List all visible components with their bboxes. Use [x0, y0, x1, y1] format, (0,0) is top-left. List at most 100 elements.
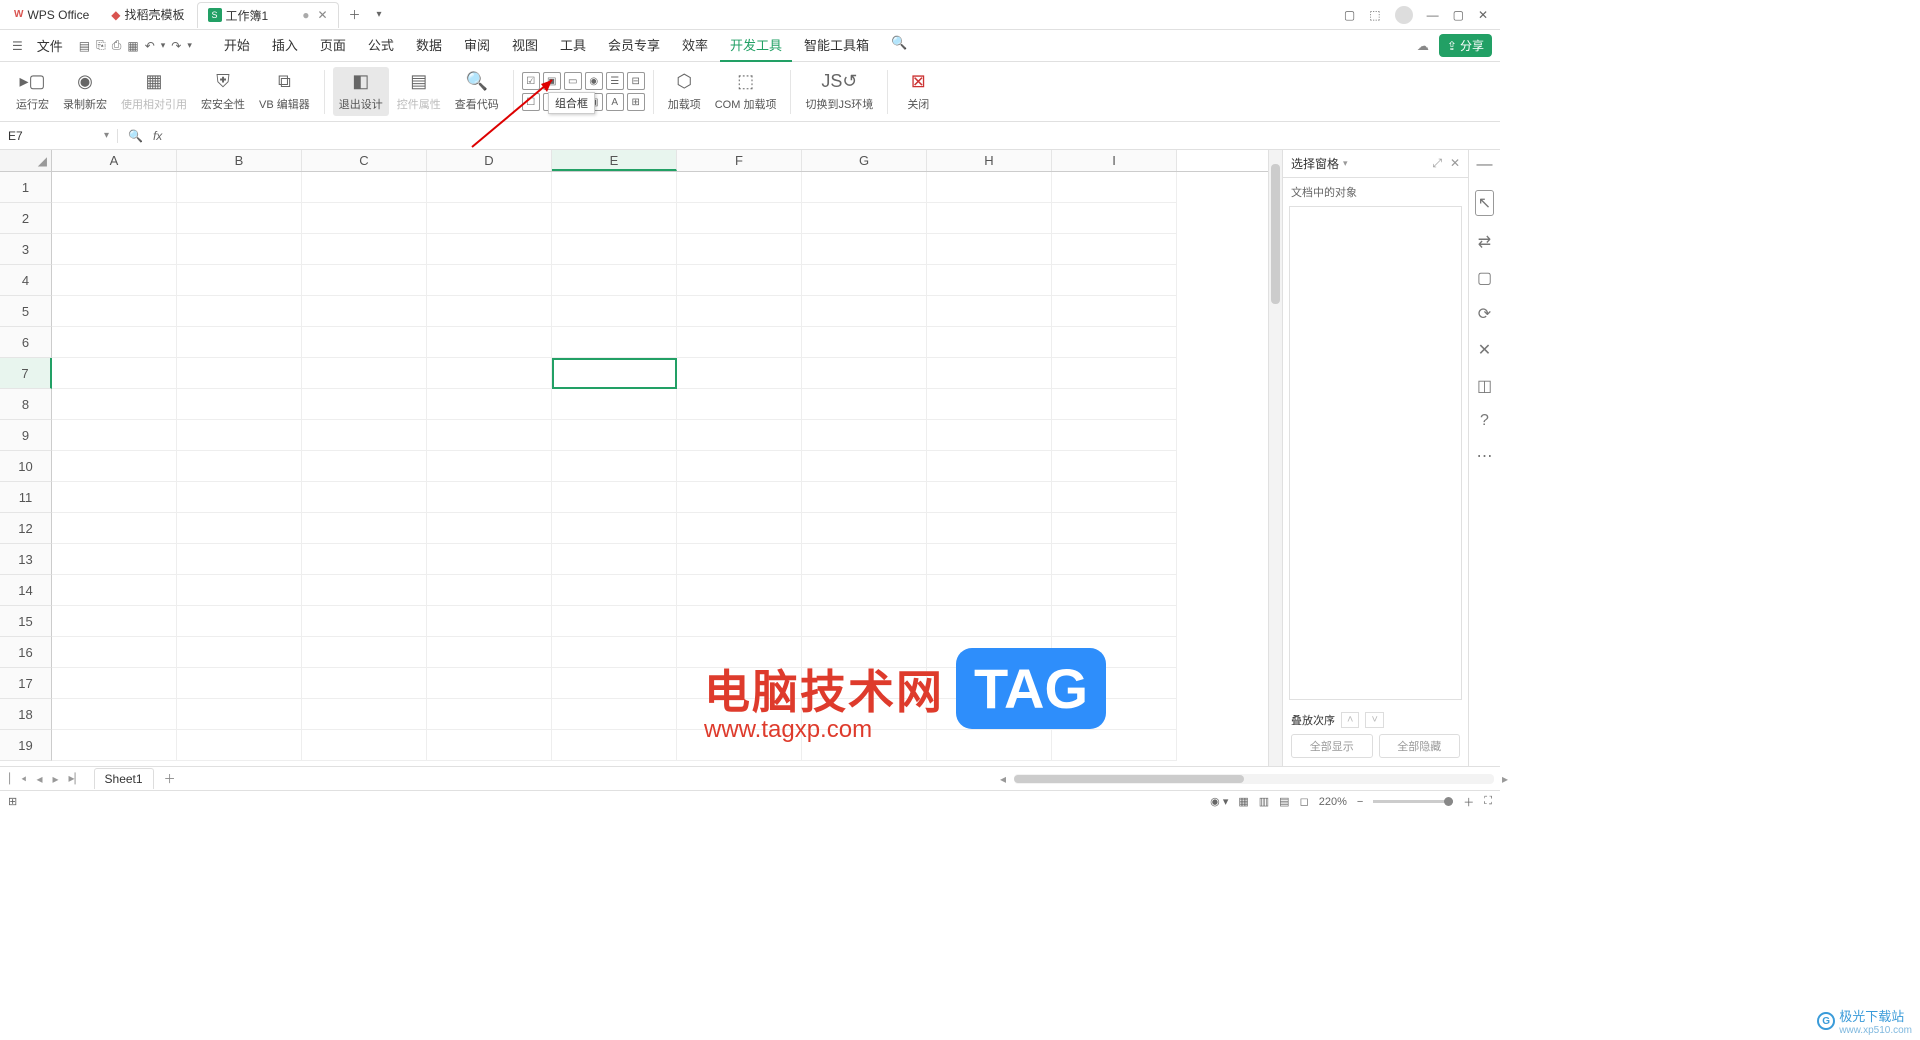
undo-icon[interactable]: ↶: [145, 39, 155, 53]
row-header-4[interactable]: 4: [0, 265, 52, 296]
cell-G18[interactable]: [802, 699, 927, 730]
collapse-icon[interactable]: —: [1477, 156, 1493, 174]
cell-D9[interactable]: [427, 420, 552, 451]
cell-B3[interactable]: [177, 234, 302, 265]
cell-C4[interactable]: [302, 265, 427, 296]
cell-I14[interactable]: [1052, 575, 1177, 606]
cell-B16[interactable]: [177, 637, 302, 668]
cell-A8[interactable]: [52, 389, 177, 420]
cell-G17[interactable]: [802, 668, 927, 699]
tab-start[interactable]: 开始: [214, 29, 260, 62]
cell-F4[interactable]: [677, 265, 802, 296]
zoom-thumb[interactable]: [1444, 797, 1453, 806]
row-header-16[interactable]: 16: [0, 637, 52, 668]
cell-I4[interactable]: [1052, 265, 1177, 296]
scroll-thumb[interactable]: [1271, 164, 1280, 304]
cell-I2[interactable]: [1052, 203, 1177, 234]
row-header-3[interactable]: 3: [0, 234, 52, 265]
cell-D4[interactable]: [427, 265, 552, 296]
cell-A7[interactable]: [52, 358, 177, 389]
sheet-tab-active[interactable]: Sheet1: [94, 768, 154, 789]
move-up-icon[interactable]: ˄: [1341, 712, 1359, 728]
cell-I19[interactable]: [1052, 730, 1177, 761]
cell-D1[interactable]: [427, 172, 552, 203]
cell-E19[interactable]: [552, 730, 677, 761]
cell-I8[interactable]: [1052, 389, 1177, 420]
cell-D19[interactable]: [427, 730, 552, 761]
cell-I7[interactable]: [1052, 358, 1177, 389]
sheet-prev-icon[interactable]: ◂: [33, 772, 45, 786]
cell-D8[interactable]: [427, 389, 552, 420]
more-controls-icon[interactable]: ⊞: [627, 93, 645, 111]
hide-all-button[interactable]: 全部隐藏: [1379, 734, 1461, 758]
cloud-icon[interactable]: ☁: [1417, 39, 1429, 53]
cell-E10[interactable]: [552, 451, 677, 482]
macro-security-button[interactable]: ⛨宏安全性: [195, 67, 251, 116]
cell-A5[interactable]: [52, 296, 177, 327]
cell-F5[interactable]: [677, 296, 802, 327]
row-header-18[interactable]: 18: [0, 699, 52, 730]
cell-H14[interactable]: [927, 575, 1052, 606]
col-header-F[interactable]: F: [677, 150, 802, 171]
cell-C13[interactable]: [302, 544, 427, 575]
sheet-next-icon[interactable]: ▸: [49, 772, 61, 786]
pin-icon[interactable]: ⤢: [1432, 156, 1442, 171]
checkbox-control-icon[interactable]: ☑: [522, 72, 540, 90]
col-header-C[interactable]: C: [302, 150, 427, 171]
print-icon[interactable]: ⎙: [112, 38, 122, 53]
cell-F7[interactable]: [677, 358, 802, 389]
cell-G16[interactable]: [802, 637, 927, 668]
row-header-5[interactable]: 5: [0, 296, 52, 327]
cell-D2[interactable]: [427, 203, 552, 234]
scroll-left-icon[interactable]: ◂: [1000, 772, 1006, 786]
help-icon[interactable]: ?: [1480, 412, 1489, 430]
cell-B10[interactable]: [177, 451, 302, 482]
cell-H3[interactable]: [927, 234, 1052, 265]
cell-H2[interactable]: [927, 203, 1052, 234]
cell-D10[interactable]: [427, 451, 552, 482]
panel-icon[interactable]: ▢: [1344, 8, 1355, 22]
share-button[interactable]: ⇪ 分享: [1439, 34, 1492, 57]
cell-E8[interactable]: [552, 389, 677, 420]
move-down-icon[interactable]: ˅: [1365, 712, 1383, 728]
cell-F17[interactable]: [677, 668, 802, 699]
cell-I13[interactable]: [1052, 544, 1177, 575]
cell-A11[interactable]: [52, 482, 177, 513]
cell-G9[interactable]: [802, 420, 927, 451]
sheet-add-button[interactable]: ＋: [158, 770, 182, 787]
tab-workbook[interactable]: S 工作簿1 ● ✕: [197, 2, 339, 28]
exit-design-button[interactable]: ◧退出设计: [333, 67, 389, 116]
link-icon[interactable]: ⎘: [96, 38, 106, 53]
cell-F16[interactable]: [677, 637, 802, 668]
cell-B14[interactable]: [177, 575, 302, 606]
row-header-9[interactable]: 9: [0, 420, 52, 451]
cell-A18[interactable]: [52, 699, 177, 730]
zoom-out-icon[interactable]: −: [1357, 796, 1363, 808]
status-mode-icon[interactable]: ⊞: [8, 795, 17, 808]
tab-data[interactable]: 数据: [406, 29, 452, 62]
cell-C19[interactable]: [302, 730, 427, 761]
cell-D6[interactable]: [427, 327, 552, 358]
vb-editor-button[interactable]: ⧉VB 编辑器: [253, 67, 316, 116]
share-sb-icon[interactable]: ⇄: [1478, 232, 1491, 252]
print-preview-icon[interactable]: ▦: [127, 39, 138, 53]
cell-C16[interactable]: [302, 637, 427, 668]
cell-F6[interactable]: [677, 327, 802, 358]
col-header-G[interactable]: G: [802, 150, 927, 171]
undo-dropdown-icon[interactable]: ▾: [161, 40, 166, 51]
tab-add-button[interactable]: ＋: [341, 6, 369, 23]
redo-icon[interactable]: ↷: [171, 39, 181, 53]
listbox-control-icon[interactable]: ☰: [606, 72, 624, 90]
cell-D5[interactable]: [427, 296, 552, 327]
cursor-icon[interactable]: ↖: [1475, 190, 1494, 216]
cell-H4[interactable]: [927, 265, 1052, 296]
row-header-12[interactable]: 12: [0, 513, 52, 544]
fx-icon[interactable]: fx: [153, 129, 162, 143]
cell-F18[interactable]: [677, 699, 802, 730]
cell-A13[interactable]: [52, 544, 177, 575]
zoom-slider[interactable]: [1373, 800, 1453, 803]
cell-D3[interactable]: [427, 234, 552, 265]
cell-B8[interactable]: [177, 389, 302, 420]
tab-view[interactable]: 视图: [502, 29, 548, 62]
cell-F12[interactable]: [677, 513, 802, 544]
